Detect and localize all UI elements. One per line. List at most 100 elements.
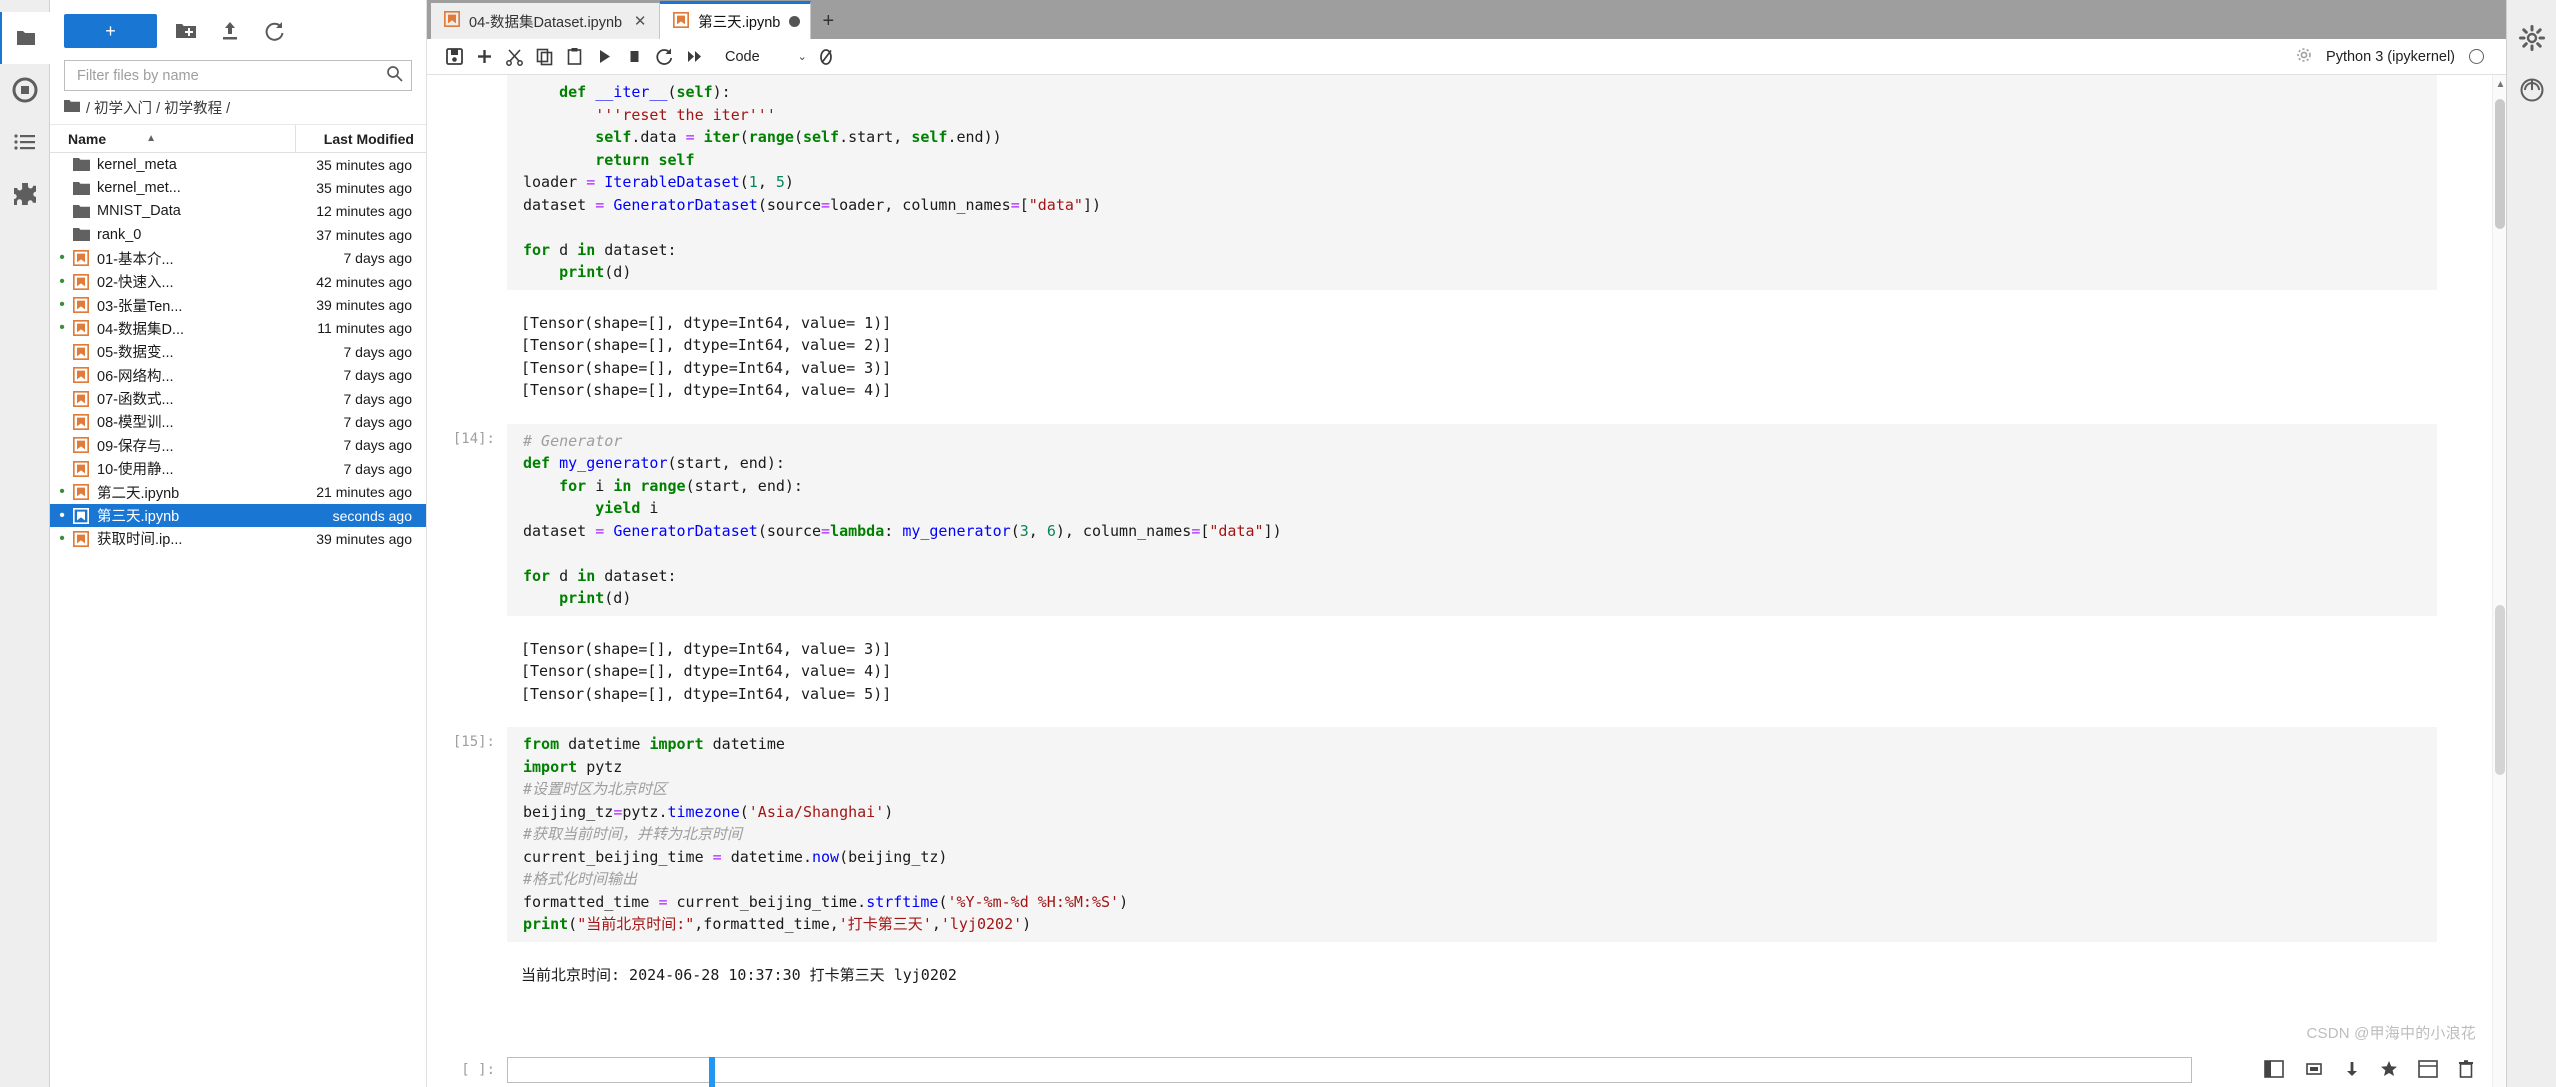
- kernel-name-label[interactable]: Python 3 (ipykernel): [2326, 49, 2455, 65]
- code-editor[interactable]: def __iter__(self): '''reset the iter'''…: [507, 75, 2437, 290]
- scroll-up-arrow-icon[interactable]: ▲: [2495, 79, 2506, 90]
- notebook-icon: [69, 413, 93, 430]
- notebook-tab[interactable]: 第三天.ipynb: [660, 1, 812, 39]
- empty-code-cell[interactable]: [ ]:: [427, 1057, 2492, 1087]
- unsaved-changes-dot-icon[interactable]: [789, 16, 801, 27]
- file-list-item[interactable]: 05-数据变... 7 days ago: [50, 340, 426, 363]
- save-icon[interactable]: [439, 42, 469, 72]
- code-cell[interactable]: [15]: from datetime import datetime impor…: [427, 727, 2492, 942]
- restart-icon[interactable]: [649, 42, 679, 72]
- file-list-item[interactable]: • 获取时间.ip... 39 minutes ago: [50, 527, 426, 550]
- breadcrumb-path[interactable]: / 初学入门 / 初学教程 /: [86, 97, 230, 118]
- new-launcher-button[interactable]: +: [64, 14, 157, 48]
- file-list-item[interactable]: • 04-数据集D... 11 minutes ago: [50, 317, 426, 340]
- file-list-item[interactable]: 09-保存与... 7 days ago: [50, 434, 426, 457]
- interrupt-icon[interactable]: [619, 42, 649, 72]
- file-list-item[interactable]: 06-网络构... 7 days ago: [50, 364, 426, 387]
- breadcrumb-home-folder-icon[interactable]: [64, 99, 80, 117]
- table-of-contents-icon: [13, 130, 37, 154]
- sidebar-item-file-browser[interactable]: [0, 12, 50, 64]
- notebook-scroll-area[interactable]: def __iter__(self): '''reset the iter'''…: [427, 75, 2492, 1087]
- cell-prompt: [427, 630, 507, 637]
- file-list-item[interactable]: • 02-快速入... 42 minutes ago: [50, 270, 426, 293]
- notebook-icon: [69, 390, 93, 407]
- breadcrumb[interactable]: / 初学入门 / 初学教程 /: [50, 91, 426, 125]
- memory-icon[interactable]: [2304, 1060, 2324, 1083]
- notebook-icon: [443, 10, 461, 31]
- trash-icon[interactable]: [2458, 1060, 2474, 1083]
- notebook-icon: [69, 484, 93, 501]
- sort-ascending-icon: ▲: [146, 133, 157, 144]
- notebook-body: def __iter__(self): '''reset the iter'''…: [427, 75, 2506, 1087]
- restart-and-run-all-icon[interactable]: [679, 42, 709, 72]
- notebook-icon: [69, 273, 93, 290]
- output-text: [Tensor(shape=[], dtype=Int64, value= 1)…: [507, 303, 2437, 410]
- panel-layout-icon[interactable]: [2418, 1060, 2438, 1083]
- kernel-status-area[interactable]: Python 3 (ipykernel): [2296, 47, 2494, 67]
- sidebar-item-running[interactable]: [0, 64, 50, 116]
- notebook-vertical-scrollbar[interactable]: ▲: [2492, 75, 2506, 1087]
- column-header-name[interactable]: Name ▲: [50, 124, 296, 153]
- new-tab-button[interactable]: +: [811, 3, 845, 39]
- file-list: kernel_meta 35 minutes ago kernel_met... 35…: [50, 153, 426, 1087]
- insert-cell-below-icon[interactable]: [469, 42, 499, 72]
- paste-icon[interactable]: [559, 42, 589, 72]
- sidebar-item-toc[interactable]: [0, 116, 50, 168]
- sidebar-item-extensions[interactable]: [0, 168, 50, 220]
- search-input[interactable]: [75, 66, 386, 85]
- code-editor[interactable]: # Generator def my_generator(start, end)…: [507, 423, 2437, 616]
- file-list-item[interactable]: kernel_meta 35 minutes ago: [50, 153, 426, 176]
- file-name-label: 02-快速入...: [97, 275, 174, 292]
- folder-icon: [69, 227, 93, 242]
- file-list-item[interactable]: • 第三天.ipynb seconds ago: [50, 503, 426, 528]
- file-name-label: MNIST_Data: [97, 203, 181, 220]
- file-list-item[interactable]: MNIST_Data 12 minutes ago: [50, 200, 426, 223]
- kernel-running-dot-icon: •: [59, 272, 65, 290]
- sidebar-item-property-inspector[interactable]: [2507, 12, 2556, 64]
- cell-type-dropdown[interactable]: Code ⌄: [725, 49, 811, 65]
- file-list-item[interactable]: 10-使用静... 7 days ago: [50, 457, 426, 480]
- scrollbar-thumb[interactable]: [2495, 99, 2505, 229]
- upload-icon[interactable]: [215, 16, 245, 46]
- file-name-label: kernel_met...: [97, 180, 181, 197]
- run-icon[interactable]: [589, 42, 619, 72]
- gear-icon[interactable]: [2296, 47, 2312, 67]
- notebook-tab[interactable]: 04-数据集Dataset.ipynb ✕: [431, 3, 661, 39]
- git-diff-icon[interactable]: [811, 42, 841, 72]
- notebook-icon: [69, 250, 93, 267]
- refresh-icon[interactable]: [259, 16, 289, 46]
- cell-output[interactable]: [Tensor(shape=[], dtype=Int64, value= 3)…: [427, 629, 2492, 713]
- file-list-item[interactable]: • 03-张量Ten... 39 minutes ago: [50, 293, 426, 316]
- file-list-item[interactable]: 07-函数式... 7 days ago: [50, 387, 426, 410]
- file-modified-label: 35 minutes ago: [316, 156, 412, 173]
- code-editor[interactable]: from datetime import datetime import pyt…: [507, 727, 2437, 942]
- file-list-item[interactable]: 08-模型训... 7 days ago: [50, 410, 426, 433]
- file-list-item[interactable]: • 01-基本介... 7 days ago: [50, 247, 426, 270]
- down-arrow-icon[interactable]: [2344, 1060, 2360, 1083]
- scrollbar-thumb-secondary[interactable]: [2495, 605, 2505, 775]
- file-modified-label: 7 days ago: [343, 367, 413, 384]
- file-name-label: 10-使用静...: [97, 462, 174, 479]
- code-cell[interactable]: def __iter__(self): '''reset the iter'''…: [427, 75, 2492, 290]
- close-icon[interactable]: ✕: [631, 14, 649, 29]
- cell-output[interactable]: [Tensor(shape=[], dtype=Int64, value= 1)…: [427, 303, 2492, 410]
- notebook-icon: [69, 343, 93, 360]
- panel-icon[interactable]: [2264, 1060, 2284, 1083]
- cut-icon[interactable]: [499, 42, 529, 72]
- column-header-last-modified[interactable]: Last Modified: [296, 131, 426, 147]
- kernel-idle-circle-icon[interactable]: [2469, 49, 2484, 64]
- code-editor-input[interactable]: [507, 1057, 2192, 1083]
- file-list-item[interactable]: rank_0 37 minutes ago: [50, 223, 426, 246]
- star-icon[interactable]: [2380, 1060, 2398, 1083]
- code-cell[interactable]: [14]: # Generator def my_generator(start,…: [427, 423, 2492, 616]
- sidebar-item-debugger[interactable]: [2507, 64, 2556, 116]
- notebook-bottom-icons: [2264, 1060, 2474, 1083]
- jupyterlab-window: + / 初学入门 / 初学教程 / Name: [0, 0, 2556, 1087]
- file-modified-label: 7 days ago: [343, 390, 413, 407]
- file-list-item[interactable]: • 第二天.ipynb 21 minutes ago: [50, 480, 426, 503]
- copy-icon[interactable]: [529, 42, 559, 72]
- file-list-item[interactable]: kernel_met... 35 minutes ago: [50, 176, 426, 199]
- new-folder-icon[interactable]: [171, 16, 201, 46]
- filter-files-box[interactable]: [64, 60, 412, 91]
- cell-output[interactable]: 当前北京时间: 2024-06-28 10:37:30 打卡第三天 lyj020…: [427, 955, 2492, 994]
